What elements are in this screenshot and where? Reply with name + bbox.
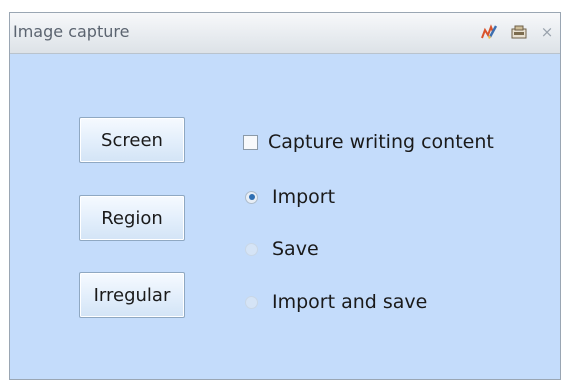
radio-selected-dot bbox=[248, 194, 255, 200]
pen-icon[interactable] bbox=[480, 23, 498, 41]
import-radio[interactable] bbox=[245, 190, 258, 204]
image-capture-panel: Image capture × Screen Region Irregular … bbox=[9, 12, 561, 380]
import-and-save-label: Import and save bbox=[272, 291, 428, 313]
save-label: Save bbox=[272, 238, 319, 260]
panel-title: Image capture bbox=[13, 22, 130, 41]
close-icon[interactable]: × bbox=[538, 23, 556, 41]
title-bar: Image capture × bbox=[10, 13, 560, 54]
pin-icon[interactable] bbox=[510, 23, 528, 41]
region-button[interactable]: Region bbox=[79, 195, 185, 241]
capture-writing-option[interactable]: Capture writing content bbox=[243, 131, 494, 153]
import-and-save-radio[interactable] bbox=[245, 295, 258, 309]
save-option[interactable]: Save bbox=[243, 238, 319, 260]
import-option[interactable]: Import bbox=[243, 186, 335, 208]
import-label: Import bbox=[272, 186, 336, 208]
save-radio[interactable] bbox=[245, 242, 258, 256]
capture-writing-label: Capture writing content bbox=[268, 131, 494, 153]
screen-button[interactable]: Screen bbox=[79, 117, 185, 163]
capture-writing-checkbox[interactable] bbox=[243, 134, 258, 150]
import-and-save-option[interactable]: Import and save bbox=[243, 291, 427, 313]
irregular-button[interactable]: Irregular bbox=[79, 272, 185, 318]
